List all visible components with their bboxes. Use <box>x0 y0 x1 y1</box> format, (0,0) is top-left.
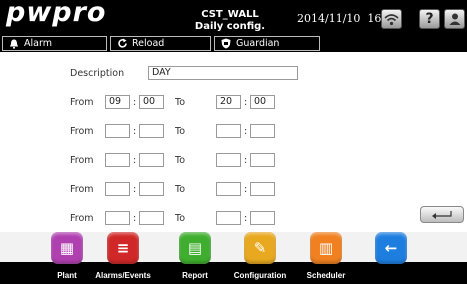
configuration-icon: ✎ <box>244 232 276 264</box>
from-hour-field[interactable] <box>105 153 130 167</box>
from-label: From <box>70 155 94 166</box>
colon-separator: : <box>244 126 248 137</box>
to-label: To <box>175 213 186 224</box>
alarm-label: Alarm <box>24 38 52 49</box>
nav-item-alarms-events[interactable]: ≡ Alarms/Events <box>88 232 158 284</box>
colon-separator: : <box>133 126 137 137</box>
to-hour-field[interactable] <box>216 153 241 167</box>
from-minute-field[interactable] <box>139 124 164 138</box>
from-minute-field[interactable]: 00 <box>139 95 164 109</box>
from-label: From <box>70 126 94 137</box>
colon-separator: : <box>133 155 137 166</box>
from-label: From <box>70 213 94 224</box>
colon-separator: : <box>133 213 137 224</box>
guardian-button[interactable]: Guardian <box>214 36 320 51</box>
colon-separator: : <box>244 155 248 166</box>
help-icon[interactable]: ? <box>419 9 440 29</box>
from-minute-field[interactable] <box>139 182 164 196</box>
back-arrow-icon: ← <box>375 232 407 264</box>
to-label: To <box>175 155 186 166</box>
nav-item-back[interactable]: ← <box>356 232 426 284</box>
bell-icon <box>8 39 20 49</box>
from-hour-field[interactable] <box>105 211 130 225</box>
nav-item-scheduler[interactable]: ▥ Scheduler <box>291 232 361 284</box>
report-icon: ▤ <box>179 232 211 264</box>
return-arrow-icon <box>432 210 452 219</box>
nav-label: Alarms/Events <box>95 271 151 280</box>
reload-label: Reload <box>132 38 165 49</box>
alarm-button[interactable]: Alarm <box>2 36 107 51</box>
nav-label: Report <box>182 271 208 280</box>
from-hour-field[interactable] <box>105 182 130 196</box>
plant-icon: ▦ <box>51 232 83 264</box>
date-display: 2014/11/10 <box>297 12 361 25</box>
colon-separator: : <box>133 184 137 195</box>
from-label: From <box>70 97 94 108</box>
to-minute-field[interactable] <box>250 153 275 167</box>
guardian-label: Guardian <box>236 38 280 49</box>
nav-item-report[interactable]: ▤ Report <box>160 232 230 284</box>
app-logo: pwpro <box>6 0 106 28</box>
description-field[interactable]: DAY <box>148 66 298 80</box>
nav-item-configuration[interactable]: ✎ Configuration <box>225 232 295 284</box>
from-label: From <box>70 184 94 195</box>
to-minute-field[interactable] <box>250 124 275 138</box>
alarms-icon: ≡ <box>107 232 139 264</box>
return-button[interactable] <box>420 206 464 223</box>
wifi-icon[interactable] <box>381 9 402 29</box>
page-title-block: CST_WALL Daily config. <box>175 9 285 33</box>
help-glyph: ? <box>425 11 434 27</box>
to-minute-field[interactable]: 00 <box>250 95 275 109</box>
from-minute-field[interactable] <box>139 211 164 225</box>
to-hour-field[interactable] <box>216 124 241 138</box>
shield-icon <box>220 38 232 49</box>
to-hour-field[interactable] <box>216 211 241 225</box>
to-label: To <box>175 184 186 195</box>
nav-label: Plant <box>57 271 77 280</box>
to-minute-field[interactable] <box>250 182 275 196</box>
page-subtitle: Daily config. <box>194 21 266 32</box>
wifi-icon-glyph <box>384 13 399 25</box>
reload-icon <box>116 38 128 49</box>
to-hour-field[interactable] <box>216 182 241 196</box>
user-icon[interactable] <box>444 9 465 29</box>
scheduler-icon: ▥ <box>310 232 342 264</box>
colon-separator: : <box>244 97 248 108</box>
nav-label: Scheduler <box>306 271 346 280</box>
logo-text: pwpro <box>6 0 107 28</box>
from-hour-field[interactable]: 09 <box>105 95 130 109</box>
to-label: To <box>175 126 186 137</box>
colon-separator: : <box>244 184 248 195</box>
to-minute-field[interactable] <box>250 211 275 225</box>
colon-separator: : <box>244 213 248 224</box>
nav-label: Configuration <box>233 271 287 280</box>
page-title: CST_WALL <box>201 9 259 20</box>
from-hour-field[interactable] <box>105 124 130 138</box>
description-label: Description <box>70 68 125 79</box>
colon-separator: : <box>133 97 137 108</box>
user-icon-glyph <box>449 13 460 25</box>
reload-button[interactable]: Reload <box>110 36 211 51</box>
to-hour-field[interactable]: 20 <box>216 95 241 109</box>
from-minute-field[interactable] <box>139 153 164 167</box>
to-label: To <box>175 97 186 108</box>
